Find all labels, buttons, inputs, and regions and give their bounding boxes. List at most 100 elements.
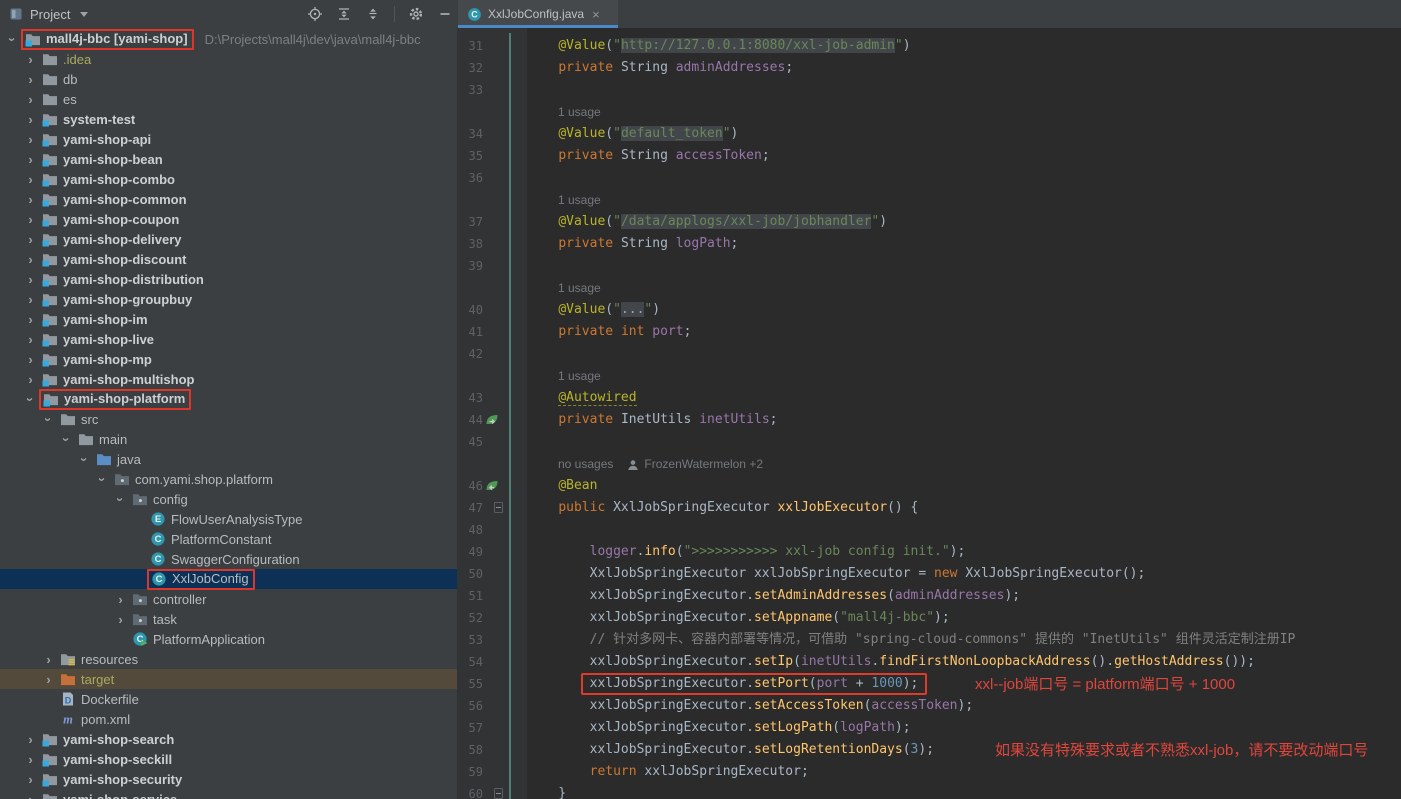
- code-line-51[interactable]: 51 xxlJobSpringExecutor.setAdminAddresse…: [457, 585, 1401, 607]
- code-line-39[interactable]: 39: [457, 255, 1401, 277]
- code-line-59[interactable]: 59 return xxlJobSpringExecutor;: [457, 761, 1401, 783]
- chevron-open-icon[interactable]: ›: [60, 433, 73, 446]
- chevron-open-icon[interactable]: ›: [96, 473, 109, 486]
- code-line-57[interactable]: 57 xxlJobSpringExecutor.setLogPath(logPa…: [457, 717, 1401, 739]
- inlay-hint-row[interactable]: 1 usage: [457, 365, 1401, 387]
- spring-bean-out-icon[interactable]: [485, 413, 499, 427]
- tree-row-yami-shop-security[interactable]: ›yami-shop-security: [0, 769, 481, 789]
- code-line-41[interactable]: 41 private int port;: [457, 321, 1401, 343]
- tab-xxljobconfig[interactable]: C XxlJobConfig.java ×: [458, 0, 618, 28]
- tree-row-java[interactable]: ›java: [0, 449, 535, 469]
- usage-hint[interactable]: no usagesFrozenWatermelon +2: [558, 453, 763, 475]
- tree-row-yami-shop-bean[interactable]: ›yami-shop-bean: [0, 149, 481, 169]
- code-line-31[interactable]: 31 @Value("http://127.0.0.1:8080/xxl-job…: [457, 35, 1401, 57]
- chevron-open-icon[interactable]: ›: [114, 493, 127, 506]
- tree-row-src[interactable]: ›src: [0, 409, 499, 429]
- chevron-closed-icon[interactable]: ›: [24, 793, 37, 799]
- tree-row-mall4j-bbc-yami-shop-[interactable]: ›mall4j-bbc [yami-shop]D:\Projects\mall4…: [0, 29, 463, 49]
- chevron-closed-icon[interactable]: ›: [24, 193, 37, 206]
- settings-icon[interactable]: [408, 6, 424, 22]
- tree-row-yami-shop-distribution[interactable]: ›yami-shop-distribution: [0, 269, 481, 289]
- chevron-closed-icon[interactable]: ›: [24, 313, 37, 326]
- chevron-closed-icon[interactable]: ›: [24, 153, 37, 166]
- code-line-48[interactable]: 48: [457, 519, 1401, 541]
- chevron-closed-icon[interactable]: ›: [24, 213, 37, 226]
- code-line-58[interactable]: 58 xxlJobSpringExecutor.setLogRetentionD…: [457, 739, 1401, 761]
- chevron-open-icon[interactable]: ›: [42, 413, 55, 426]
- tree-row-yami-shop-search[interactable]: ›yami-shop-search: [0, 729, 481, 749]
- usage-hint[interactable]: 1 usage: [558, 101, 601, 123]
- code-line-32[interactable]: 32 private String adminAddresses;: [457, 57, 1401, 79]
- chevron-open-icon[interactable]: ›: [78, 453, 91, 466]
- chevron-closed-icon[interactable]: ›: [114, 593, 127, 606]
- code-line-60[interactable]: 60 }: [457, 783, 1401, 799]
- tree-row-es[interactable]: ›es: [0, 89, 481, 109]
- tree-row-yami-shop-seckill[interactable]: ›yami-shop-seckill: [0, 749, 481, 769]
- tree-row-target[interactable]: ›target: [0, 669, 499, 689]
- chevron-closed-icon[interactable]: ›: [24, 273, 37, 286]
- code-line-49[interactable]: 49 logger.info(">>>>>>>>>>> xxl-job conf…: [457, 541, 1401, 563]
- chevron-closed-icon[interactable]: ›: [114, 613, 127, 626]
- inlay-hint-row[interactable]: 1 usage: [457, 277, 1401, 299]
- code-line-46[interactable]: 46 @Bean: [457, 475, 1401, 497]
- code-line-36[interactable]: 36: [457, 167, 1401, 189]
- tree-row-yami-shop-platform[interactable]: ›yami-shop-platform: [0, 389, 481, 409]
- tree-row-yami-shop-im[interactable]: ›yami-shop-im: [0, 309, 481, 329]
- chevron-closed-icon[interactable]: ›: [24, 773, 37, 786]
- chevron-closed-icon[interactable]: ›: [24, 233, 37, 246]
- chevron-open-icon[interactable]: ›: [24, 393, 37, 406]
- chevron-closed-icon[interactable]: ›: [24, 373, 37, 386]
- tree-row-yami-shop-coupon[interactable]: ›yami-shop-coupon: [0, 209, 481, 229]
- chevron-closed-icon[interactable]: ›: [24, 133, 37, 146]
- code-author-hint[interactable]: FrozenWatermelon +2: [644, 453, 763, 475]
- inlay-hint-row[interactable]: 1 usage: [457, 189, 1401, 211]
- chevron-closed-icon[interactable]: ›: [24, 113, 37, 126]
- tree-row-yami-shop-live[interactable]: ›yami-shop-live: [0, 329, 481, 349]
- tree-row-pom.xml[interactable]: mpom.xml: [0, 709, 499, 729]
- tree-row-yami-shop-common[interactable]: ›yami-shop-common: [0, 189, 481, 209]
- chevron-closed-icon[interactable]: ›: [42, 653, 55, 666]
- code-line-43[interactable]: 43 @Autowired: [457, 387, 1401, 409]
- tree-row-.idea[interactable]: ›.idea: [0, 49, 481, 69]
- tree-row-yami-shop-groupbuy[interactable]: ›yami-shop-groupbuy: [0, 289, 481, 309]
- chevron-open-icon[interactable]: ›: [6, 33, 19, 46]
- fold-marker-open[interactable]: [494, 502, 503, 513]
- usage-hint[interactable]: 1 usage: [558, 365, 601, 387]
- chevron-closed-icon[interactable]: ›: [24, 333, 37, 346]
- code-line-40[interactable]: 40 @Value("..."): [457, 299, 1401, 321]
- code-line-37[interactable]: 37 @Value("/data/applogs/xxl-job/jobhand…: [457, 211, 1401, 233]
- tree-row-dockerfile[interactable]: DDockerfile: [0, 689, 499, 709]
- chevron-closed-icon[interactable]: ›: [24, 293, 37, 306]
- locate-icon[interactable]: [307, 6, 323, 22]
- tree-row-yami-shop-combo[interactable]: ›yami-shop-combo: [0, 169, 481, 189]
- tree-row-yami-shop-multishop[interactable]: ›yami-shop-multishop: [0, 369, 481, 389]
- inlay-hint-row[interactable]: 1 usage: [457, 101, 1401, 123]
- collapse-all-icon[interactable]: [365, 6, 381, 22]
- project-view-dropdown[interactable]: Project: [0, 6, 88, 22]
- code-line-38[interactable]: 38 private String logPath;: [457, 233, 1401, 255]
- tree-row-resources[interactable]: ›resources: [0, 649, 499, 669]
- usage-hint[interactable]: 1 usage: [558, 189, 601, 211]
- usage-hint[interactable]: 1 usage: [558, 277, 601, 299]
- fold-marker-end[interactable]: [494, 788, 503, 799]
- code-line-45[interactable]: 45: [457, 431, 1401, 453]
- tree-row-yami-shop-api[interactable]: ›yami-shop-api: [0, 129, 481, 149]
- chevron-closed-icon[interactable]: ›: [24, 93, 37, 106]
- tree-row-db[interactable]: ›db: [0, 69, 481, 89]
- chevron-closed-icon[interactable]: ›: [24, 173, 37, 186]
- code-line-34[interactable]: 34 @Value("default_token"): [457, 123, 1401, 145]
- code-line-44[interactable]: 44 private InetUtils inetUtils;: [457, 409, 1401, 431]
- hide-panel-icon[interactable]: [437, 6, 453, 22]
- tree-row-yami-shop-delivery[interactable]: ›yami-shop-delivery: [0, 229, 481, 249]
- chevron-closed-icon[interactable]: ›: [24, 753, 37, 766]
- spring-bean-in-icon[interactable]: [485, 479, 499, 493]
- code-line-54[interactable]: 54 xxlJobSpringExecutor.setIp(inetUtils.…: [457, 651, 1401, 673]
- code-line-50[interactable]: 50 XxlJobSpringExecutor xxlJobSpringExec…: [457, 563, 1401, 585]
- chevron-closed-icon[interactable]: ›: [24, 733, 37, 746]
- chevron-closed-icon[interactable]: ›: [42, 673, 55, 686]
- code-line-47[interactable]: 47 public XxlJobSpringExecutor xxlJobExe…: [457, 497, 1401, 519]
- tree-row-yami-shop-discount[interactable]: ›yami-shop-discount: [0, 249, 481, 269]
- tree-row-yami-shop-mp[interactable]: ›yami-shop-mp: [0, 349, 481, 369]
- code-line-33[interactable]: 33: [457, 79, 1401, 101]
- code-area[interactable]: 31 @Value("http://127.0.0.1:8080/xxl-job…: [457, 28, 1401, 799]
